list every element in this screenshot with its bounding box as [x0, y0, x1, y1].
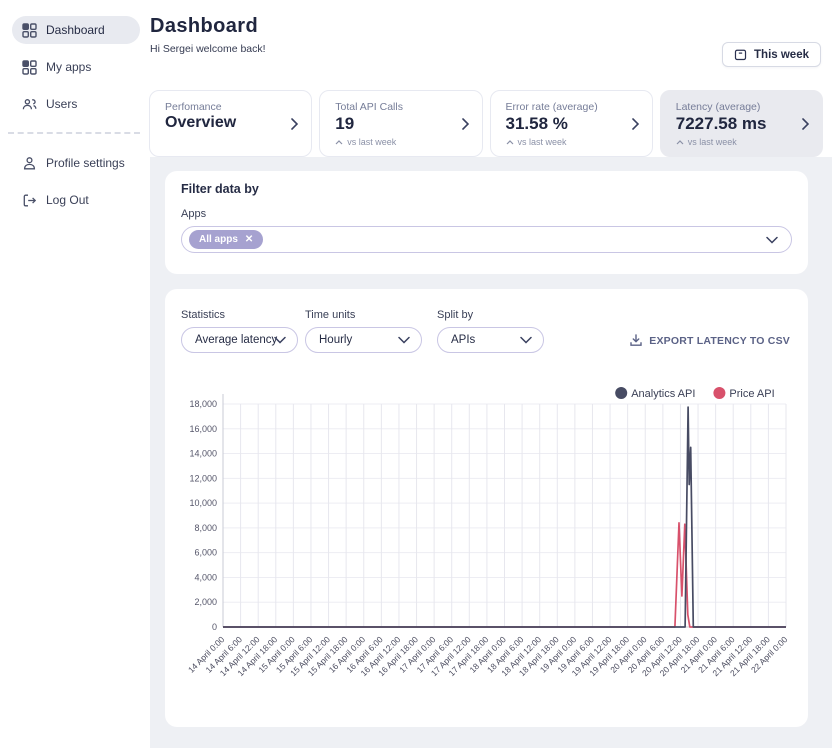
chart-controls-row: Statistics Average latency Time units Ho…	[181, 309, 792, 353]
time-units-dropdown[interactable]: Hourly	[305, 327, 422, 353]
card-note-label: vs last week	[347, 137, 396, 147]
sidebar-item-label: Profile settings	[46, 156, 125, 170]
svg-text:18,000: 18,000	[189, 399, 217, 409]
card-label: Error rate (average)	[506, 101, 626, 113]
chevron-right-icon[interactable]	[291, 118, 298, 130]
main-area: Dashboard Hi Sergei welcome back! This w…	[150, 0, 832, 748]
grid-icon	[22, 23, 37, 38]
split-by-dropdown[interactable]: APIs	[437, 327, 544, 353]
sidebar-item-log-out[interactable]: Log Out	[12, 186, 140, 214]
sidebar-item-label: Users	[46, 97, 77, 111]
svg-text:0: 0	[212, 622, 217, 632]
this-week-button[interactable]: This week	[722, 42, 821, 67]
card-trend: vs last week	[335, 137, 455, 147]
svg-text:10,000: 10,000	[189, 498, 217, 508]
card-value: 19	[335, 114, 455, 134]
export-csv-button[interactable]: EXPORT LATENCY TO CSV	[630, 334, 790, 347]
all-apps-chip: All apps ✕	[189, 230, 263, 249]
card-note-label: vs last week	[688, 137, 737, 147]
time-units-label: Time units	[305, 309, 422, 321]
sidebar-item-my-apps[interactable]: My apps	[12, 53, 140, 81]
latency-line-chart[interactable]: 0 2,000 4,000 6,000 8,000 10,000 12,000 14,000 1…	[181, 382, 792, 712]
sidebar-item-label: Log Out	[46, 193, 89, 207]
card-label: Perfomance	[165, 101, 285, 113]
card-value: 31.58 %	[506, 114, 626, 134]
card-label: Latency (average)	[676, 101, 796, 113]
card-trend: vs last week	[506, 137, 626, 147]
card-performance-overview[interactable]: Perfomance Overview	[149, 90, 312, 157]
time-units-control: Time units Hourly	[305, 309, 422, 353]
apps-multiselect[interactable]: All apps ✕	[181, 226, 792, 253]
chevron-down-icon	[274, 337, 286, 344]
latency-chart-container: 0 2,000 4,000 6,000 8,000 10,000 12,000 14,000 1…	[181, 382, 792, 712]
statistics-value: Average latency	[195, 334, 277, 346]
trend-up-icon	[676, 140, 684, 145]
sidebar-item-label: Dashboard	[46, 23, 105, 37]
users-icon	[22, 97, 37, 112]
period-label: This week	[754, 49, 809, 61]
chevron-right-icon[interactable]	[632, 118, 639, 130]
legend-label: Price API	[729, 388, 774, 400]
time-units-value: Hourly	[319, 334, 352, 346]
split-by-control: Split by APIs	[437, 309, 544, 353]
split-by-label: Split by	[437, 309, 544, 321]
card-label: Total API Calls	[335, 101, 455, 113]
legend-label: Analytics API	[631, 388, 695, 400]
sidebar: Dashboard My apps	[0, 0, 150, 748]
statistics-dropdown[interactable]: Average latency	[181, 327, 298, 353]
sidebar-divider	[8, 132, 140, 134]
chevron-down-icon	[520, 337, 532, 344]
stat-cards-row: Perfomance Overview Total API Calls 19 v…	[149, 90, 823, 157]
chevron-right-icon[interactable]	[462, 118, 469, 130]
svg-text:6,000: 6,000	[194, 548, 217, 558]
filter-title: Filter data by	[181, 182, 792, 196]
card-value: 7227.58 ms	[676, 114, 796, 134]
chevron-right-icon[interactable]	[802, 118, 809, 130]
card-note-label: vs last week	[518, 137, 567, 147]
statistics-label: Statistics	[181, 309, 298, 321]
download-icon	[630, 334, 642, 347]
export-label: EXPORT LATENCY TO CSV	[649, 335, 790, 347]
svg-text:8,000: 8,000	[194, 523, 217, 533]
trend-up-icon	[335, 140, 343, 145]
filter-panel: Filter data by Apps All apps ✕	[165, 171, 808, 274]
sidebar-item-users[interactable]: Users	[12, 90, 140, 118]
card-error-rate[interactable]: Error rate (average) 31.58 % vs last wee…	[490, 90, 653, 157]
statistics-control: Statistics Average latency	[181, 309, 298, 353]
logout-icon	[22, 193, 37, 208]
sidebar-item-dashboard[interactable]: Dashboard	[12, 16, 140, 44]
person-icon	[22, 156, 37, 171]
svg-text:14,000: 14,000	[189, 449, 217, 459]
chevron-down-icon	[398, 337, 410, 344]
card-latency[interactable]: Latency (average) 7227.58 ms vs last wee…	[660, 90, 823, 157]
sidebar-item-profile-settings[interactable]: Profile settings	[12, 149, 140, 177]
svg-text:16,000: 16,000	[189, 424, 217, 434]
card-value: Overview	[165, 114, 285, 132]
chevron-down-icon[interactable]	[766, 236, 778, 243]
app-root: Dashboard My apps	[0, 0, 832, 748]
svg-text:4,000: 4,000	[194, 572, 217, 582]
svg-text:2,000: 2,000	[194, 597, 217, 607]
split-by-value: APIs	[451, 334, 475, 346]
content-area: Filter data by Apps All apps ✕ Statisti	[150, 157, 832, 748]
card-total-api-calls[interactable]: Total API Calls 19 vs last week	[319, 90, 482, 157]
trend-up-icon	[506, 140, 514, 145]
sidebar-item-label: My apps	[46, 60, 91, 74]
svg-text:12,000: 12,000	[189, 473, 217, 483]
statistics-panel: Statistics Average latency Time units Ho…	[165, 289, 808, 727]
page-header: Dashboard Hi Sergei welcome back! This w…	[150, 0, 832, 90]
page-title: Dashboard	[150, 15, 832, 38]
card-trend: vs last week	[676, 137, 796, 147]
apps-field-label: Apps	[181, 208, 792, 220]
remove-chip-icon[interactable]: ✕	[245, 235, 253, 245]
grid-icon	[22, 60, 37, 75]
chip-label: All apps	[199, 234, 238, 245]
calendar-icon	[734, 48, 747, 61]
